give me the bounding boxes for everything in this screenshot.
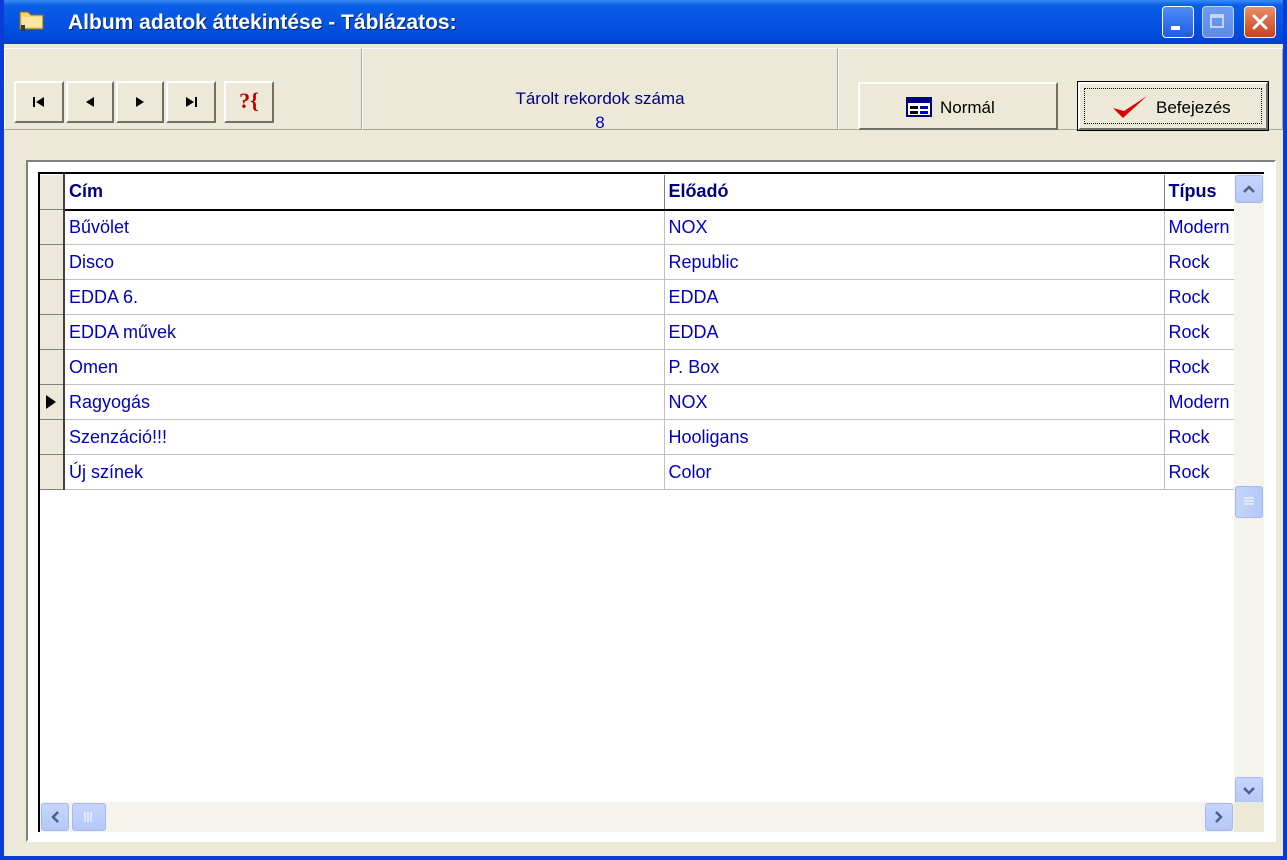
column-header-artist[interactable]: Előadó — [664, 174, 1165, 211]
query-button[interactable]: ?{ — [224, 81, 274, 123]
cell-artist[interactable]: NOX — [664, 384, 1165, 420]
row-selector[interactable] — [40, 244, 65, 280]
normal-view-button[interactable]: Normál — [858, 82, 1058, 130]
checkmark-icon — [1113, 96, 1147, 118]
grip-icon — [1244, 497, 1254, 505]
record-count-label: Tárolt rekordok száma — [515, 89, 685, 108]
grip-icon — [84, 812, 92, 822]
previous-record-button[interactable] — [66, 81, 114, 123]
chevron-right-icon — [1215, 811, 1223, 823]
folder-icon — [19, 11, 44, 31]
query-icon: ?{ — [239, 88, 259, 113]
row-selector[interactable] — [40, 454, 65, 490]
cell-artist[interactable]: P. Box — [664, 349, 1165, 385]
cell-title[interactable]: Omen — [64, 349, 665, 385]
window-title: Album adatok áttekintése - Táblázatos: — [68, 11, 457, 34]
scrollbar-corner — [1234, 802, 1264, 832]
horizontal-scrollbar[interactable] — [40, 802, 1234, 832]
row-selector[interactable] — [40, 209, 65, 245]
select-all-corner[interactable] — [40, 174, 65, 210]
cell-artist[interactable]: Hooligans — [664, 419, 1165, 455]
toolbar: Tárolt rekordok száma 8 ?{ Normál Befeje… — [4, 44, 1283, 156]
scroll-down-button[interactable] — [1235, 777, 1263, 805]
cell-type[interactable]: Rock — [1164, 454, 1237, 490]
table-row[interactable]: Omen P. Box Rock — [40, 349, 1237, 385]
normal-view-label: Normál — [940, 98, 995, 117]
cell-type[interactable]: Rock — [1164, 314, 1237, 350]
cell-artist[interactable]: NOX — [664, 209, 1165, 245]
previous-record-icon — [86, 97, 94, 107]
table-row[interactable]: EDDA művek EDDA Rock — [40, 314, 1237, 350]
column-header-type[interactable]: Típus — [1164, 174, 1237, 211]
finish-button[interactable]: Befejezés — [1077, 81, 1269, 131]
close-button[interactable] — [1244, 6, 1276, 38]
cell-artist[interactable]: Color — [664, 454, 1165, 490]
vertical-scroll-thumb[interactable] — [1235, 486, 1263, 518]
table-row[interactable]: Új színek Color Rock — [40, 454, 1237, 490]
row-selector[interactable] — [40, 279, 65, 315]
cell-title[interactable]: Szenzáció!!! — [64, 419, 665, 455]
first-record-button[interactable] — [14, 81, 64, 123]
chevron-down-icon — [1243, 787, 1255, 795]
chevron-left-icon — [51, 811, 59, 823]
cell-title[interactable]: Disco — [64, 244, 665, 280]
row-selector[interactable] — [40, 419, 65, 455]
title-bar[interactable]: Album adatok áttekintése - Táblázatos: — [4, 0, 1283, 44]
cell-artist[interactable]: Republic — [664, 244, 1165, 280]
maximize-button — [1202, 6, 1234, 38]
datasheet[interactable]: Cím Előadó Típus Bűvölet NOX Modern Disc — [38, 172, 1264, 832]
first-record-icon — [33, 97, 44, 107]
cell-title[interactable]: Ragyogás — [64, 384, 665, 420]
cell-type[interactable]: Rock — [1164, 349, 1237, 385]
cell-title[interactable]: EDDA 6. — [64, 279, 665, 315]
table-row[interactable]: Szenzáció!!! Hooligans Rock — [40, 419, 1237, 455]
cell-type[interactable]: Modern — [1164, 209, 1237, 245]
cell-type[interactable]: Rock — [1164, 419, 1237, 455]
vertical-scrollbar[interactable] — [1234, 174, 1264, 806]
horizontal-scroll-thumb[interactable] — [72, 803, 106, 831]
last-record-button[interactable] — [166, 81, 216, 123]
finish-label: Befejezés — [1156, 98, 1231, 117]
table-row-current[interactable]: Ragyogás NOX Modern — [40, 384, 1237, 420]
row-selector[interactable] — [40, 384, 65, 420]
last-record-icon — [186, 97, 197, 107]
scroll-left-button[interactable] — [41, 803, 69, 831]
cell-type[interactable]: Modern — [1164, 384, 1237, 420]
scroll-up-button[interactable] — [1235, 175, 1263, 203]
record-count-value: 8 — [595, 113, 605, 132]
column-header-title[interactable]: Cím — [64, 174, 665, 211]
table-row[interactable]: Disco Republic Rock — [40, 244, 1237, 280]
cell-type[interactable]: Rock — [1164, 279, 1237, 315]
header-row: Cím Előadó Típus — [40, 174, 1237, 211]
album-table: Cím Előadó Típus Bűvölet NOX Modern Disc — [40, 174, 1237, 490]
row-selector[interactable] — [40, 349, 65, 385]
cell-title[interactable]: Bűvölet — [64, 209, 665, 245]
close-icon — [1252, 14, 1268, 30]
cell-artist[interactable]: EDDA — [664, 314, 1165, 350]
chevron-up-icon — [1243, 185, 1255, 193]
next-record-button[interactable] — [116, 81, 164, 123]
cell-title[interactable]: Új színek — [64, 454, 665, 490]
table-row[interactable]: Bűvölet NOX Modern — [40, 209, 1237, 245]
scroll-right-button[interactable] — [1205, 803, 1233, 831]
current-record-arrow-icon — [46, 395, 56, 409]
next-record-icon — [136, 97, 144, 107]
cell-type[interactable]: Rock — [1164, 244, 1237, 280]
table-row[interactable]: EDDA 6. EDDA Rock — [40, 279, 1237, 315]
cell-artist[interactable]: EDDA — [664, 279, 1165, 315]
cell-title[interactable]: EDDA művek — [64, 314, 665, 350]
form-view-icon — [906, 97, 932, 117]
row-selector[interactable] — [40, 314, 65, 350]
datasheet-frame: Cím Előadó Típus Bűvölet NOX Modern Disc — [26, 160, 1276, 842]
minimize-button[interactable] — [1162, 6, 1194, 38]
album-overview-window: Album adatok áttekintése - Táblázatos: T… — [0, 0, 1287, 860]
record-count-panel: Tárolt rekordok száma 8 — [362, 48, 838, 132]
